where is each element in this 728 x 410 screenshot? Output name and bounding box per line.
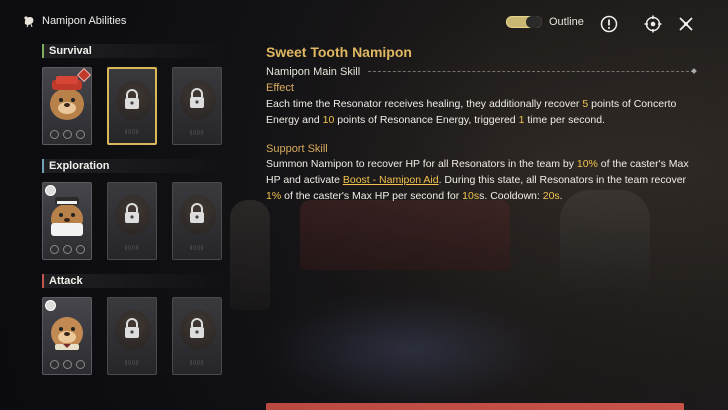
effect-description: Each time the Resonator receives healing… bbox=[266, 98, 677, 126]
lock-icon bbox=[125, 88, 139, 109]
close-icon bbox=[679, 17, 693, 31]
namipon-card-exploration-2[interactable]: ▯▯▯▯ bbox=[107, 182, 157, 260]
namipon-card-attack-1[interactable] bbox=[42, 297, 92, 375]
support-skill-heading: Support Skill bbox=[266, 143, 328, 155]
screen-title-text: Namipon Abilities bbox=[42, 15, 127, 27]
section-survival: Survival bbox=[42, 44, 229, 58]
boost-namipon-aid-link[interactable]: Boost - Namipon Aid bbox=[343, 174, 439, 186]
background-sofa bbox=[300, 200, 510, 270]
section-attack: Attack bbox=[42, 274, 229, 288]
compass-gear-icon bbox=[644, 15, 662, 33]
support-skill-description: Summon Namipon to recover HP for all Res… bbox=[266, 158, 689, 202]
info-button[interactable] bbox=[600, 15, 618, 33]
section-exploration-label: Exploration bbox=[49, 160, 110, 172]
namipon-card-exploration-3[interactable]: ▯▯▯▯ bbox=[172, 182, 222, 260]
screen-title: Namipon Abilities bbox=[22, 14, 126, 28]
main-skill-row: Namipon Main Skill bbox=[266, 66, 694, 78]
effect-heading: Effect bbox=[266, 82, 294, 94]
section-exploration: Exploration bbox=[42, 159, 229, 173]
namipon-card-survival-2[interactable]: ▯▯▯▯ bbox=[107, 67, 157, 145]
background-floor-light bbox=[260, 290, 560, 410]
lock-icon bbox=[190, 203, 204, 224]
outline-toggle-switch[interactable] bbox=[506, 16, 542, 28]
outline-label: Outline bbox=[549, 16, 584, 28]
background-figure-right bbox=[560, 190, 650, 290]
background-figure bbox=[230, 200, 270, 310]
lock-icon bbox=[190, 318, 204, 339]
lock-icon bbox=[190, 88, 204, 109]
namipon-card-survival-3[interactable]: ▯▯▯▯ bbox=[172, 67, 222, 145]
close-button[interactable] bbox=[677, 15, 695, 33]
action-button-bar[interactable] bbox=[266, 403, 684, 410]
namipon-card-exploration-1[interactable] bbox=[42, 182, 92, 260]
settings-button[interactable] bbox=[644, 15, 662, 33]
namipon-card-survival-1[interactable] bbox=[42, 67, 92, 145]
namipon-card-attack-3[interactable]: ▯▯▯▯ bbox=[172, 297, 222, 375]
lock-icon bbox=[125, 318, 139, 339]
namipon-icon bbox=[24, 16, 34, 28]
namipon-portrait-exploration bbox=[51, 197, 83, 236]
namipon-card-attack-2[interactable]: ▯▯▯▯ bbox=[107, 297, 157, 375]
lock-icon bbox=[125, 203, 139, 224]
info-icon bbox=[600, 15, 618, 33]
section-attack-label: Attack bbox=[49, 275, 83, 287]
main-skill-label: Namipon Main Skill bbox=[266, 66, 361, 78]
namipon-name: Sweet Tooth Namipon bbox=[266, 44, 412, 60]
section-survival-label: Survival bbox=[49, 45, 92, 57]
divider bbox=[368, 71, 694, 73]
outline-toggle[interactable]: Outline bbox=[506, 16, 584, 28]
namipon-portrait-survival bbox=[50, 76, 84, 120]
namipon-portrait-attack bbox=[51, 317, 83, 350]
